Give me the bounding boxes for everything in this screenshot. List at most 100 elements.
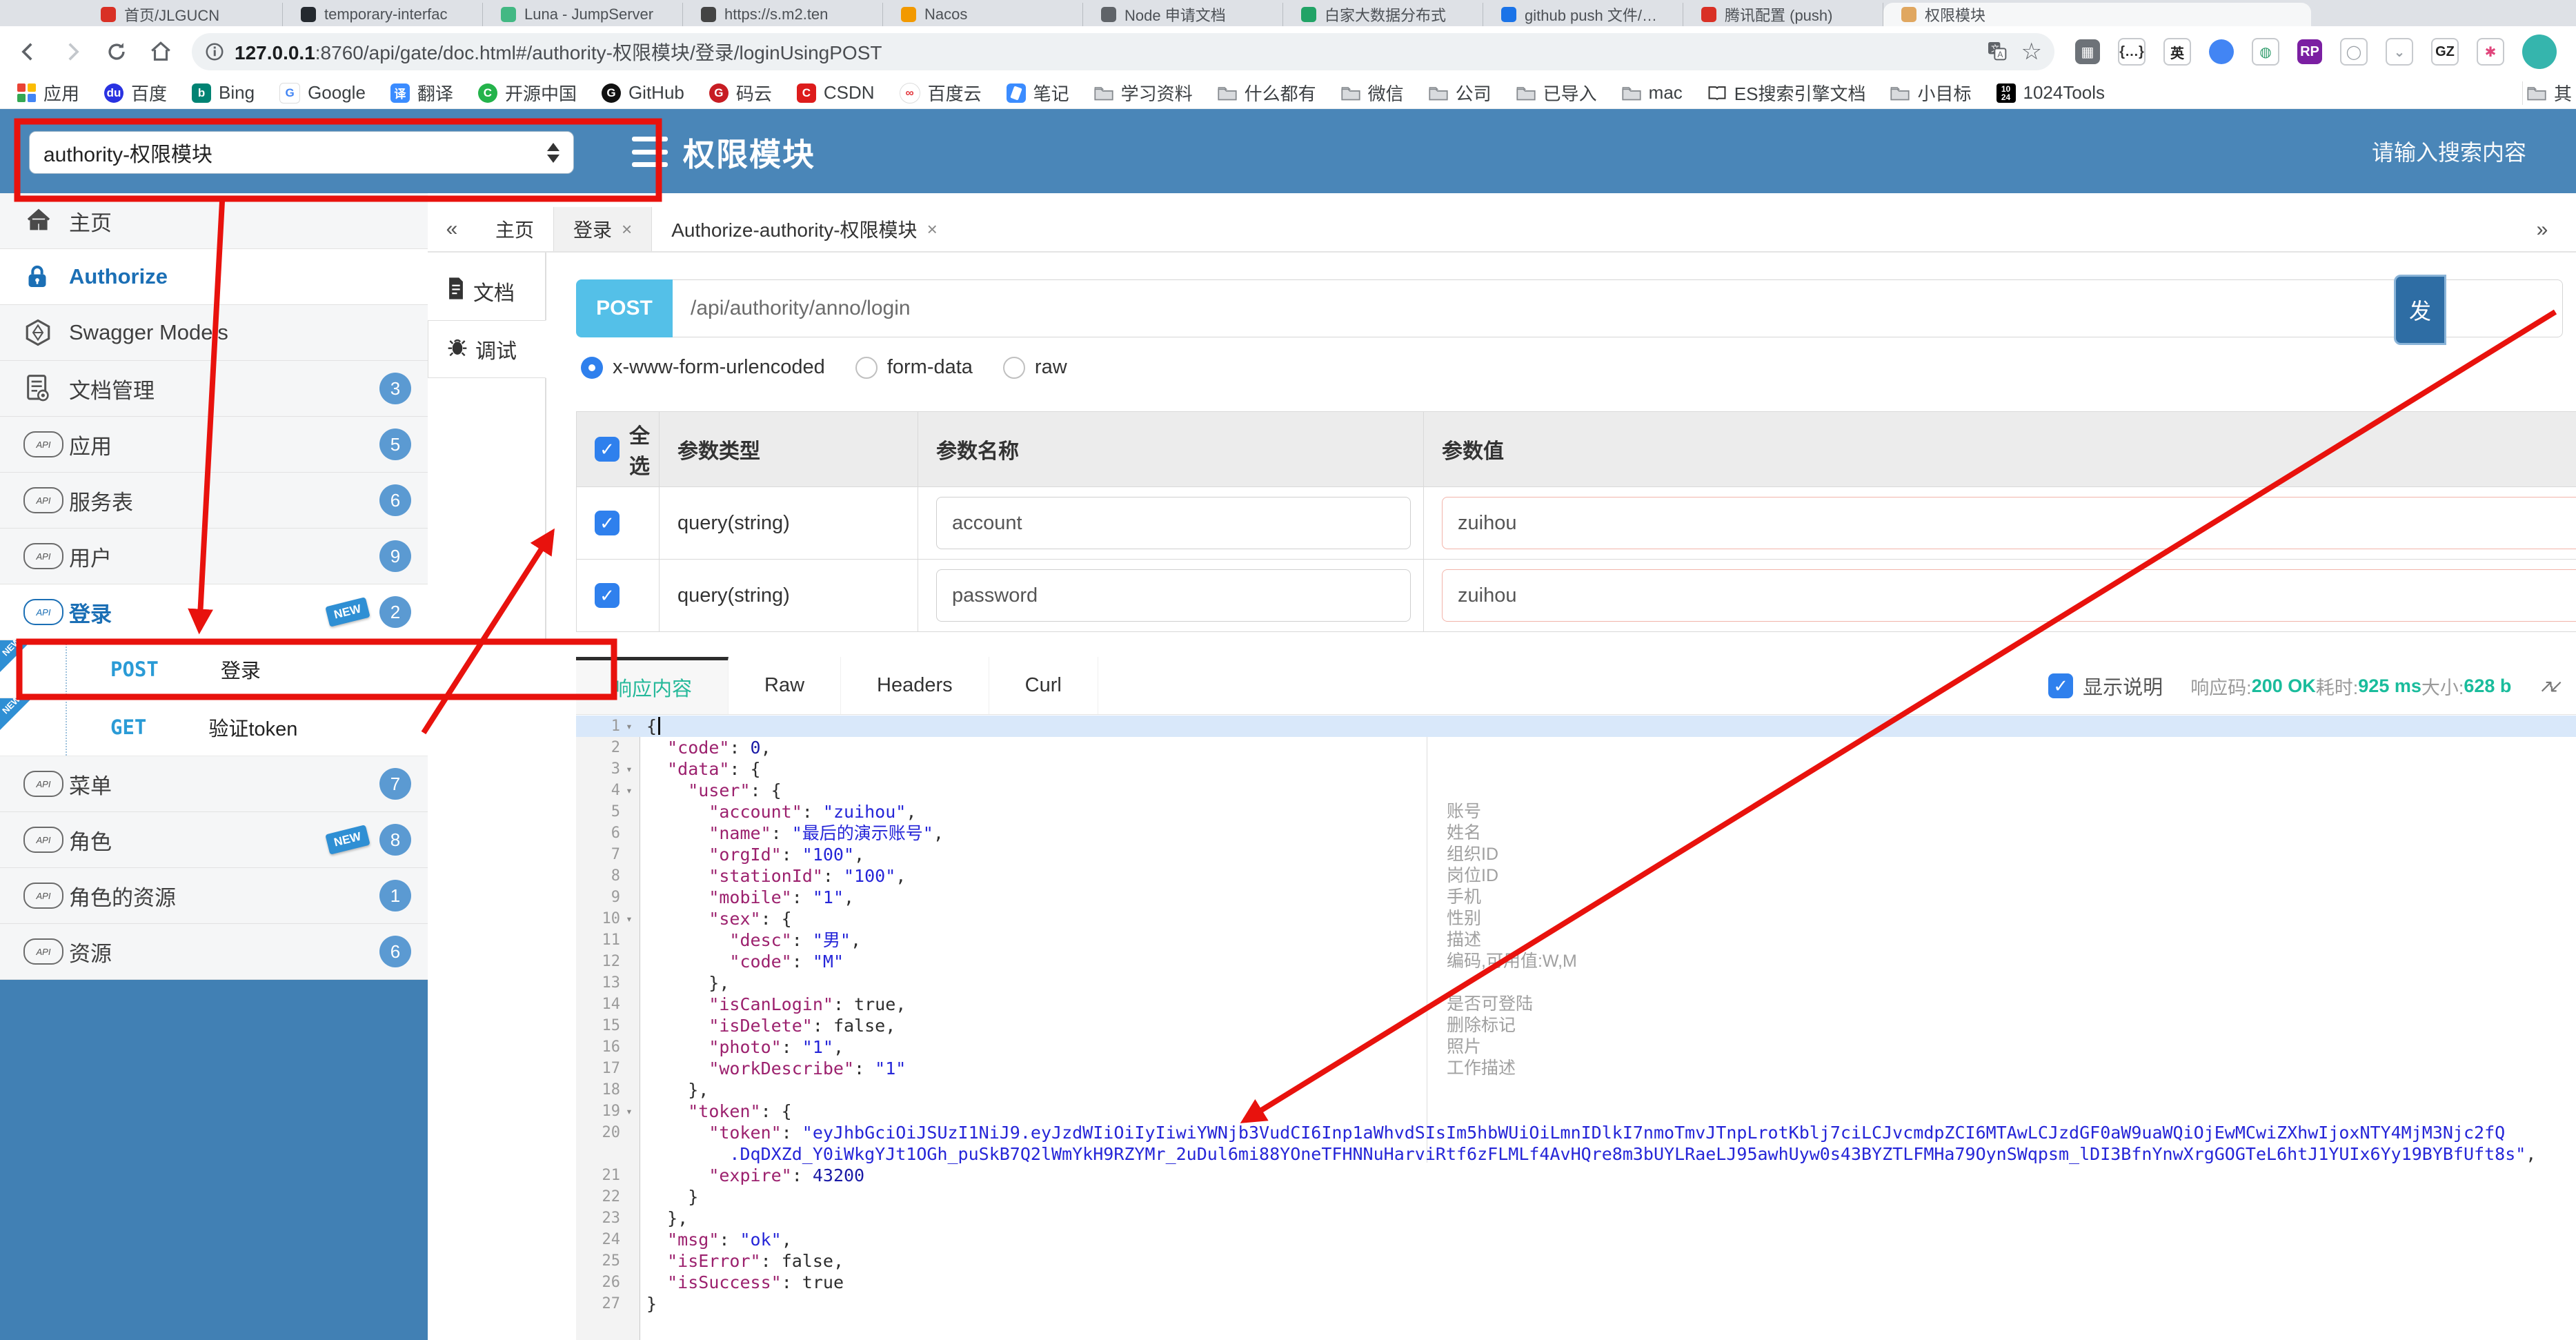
show-description-toggle[interactable]: ✓ 显示说明 xyxy=(2048,671,2163,700)
page-info-icon[interactable] xyxy=(204,41,225,62)
response-tab[interactable]: Headers xyxy=(841,657,989,714)
response-tab[interactable]: Curl xyxy=(989,657,1098,714)
bookmark-item[interactable]: du 百度 xyxy=(104,80,167,106)
sidebar-endpoint-get[interactable]: NEW GET 验证token xyxy=(0,693,428,756)
sidebar-item-用户[interactable]: API 用户 9 xyxy=(0,529,428,584)
browser-tab[interactable]: Nacos xyxy=(883,3,1083,26)
home-icon[interactable] xyxy=(145,36,177,68)
browser-tab[interactable]: Node 申请文档 xyxy=(1083,3,1283,26)
radio-dot[interactable] xyxy=(1002,356,1025,379)
browser-tab[interactable]: github push 文件/批量 xyxy=(1483,3,1683,26)
fold-arrow-icon[interactable]: ▾ xyxy=(620,758,638,780)
view-tab-doc[interactable]: 文档 xyxy=(428,262,545,320)
body-type-radio[interactable]: raw xyxy=(1002,356,1067,379)
body-type-radio[interactable]: x-www-form-urlencoded xyxy=(581,356,825,379)
doc-tab[interactable]: 登录 × xyxy=(553,207,653,251)
bookmark-item[interactable]: 其 xyxy=(2527,80,2572,106)
show-description-checkbox[interactable]: ✓ xyxy=(2048,673,2074,698)
sidebar-item-Authorize[interactable]: Authorize xyxy=(0,249,428,305)
fold-arrow-icon[interactable]: ▾ xyxy=(620,1101,638,1122)
sidebar-item-文档管理[interactable]: 文档管理 3 xyxy=(0,361,428,417)
extension-icon[interactable]: RP xyxy=(2297,39,2322,64)
view-tab-debug[interactable]: 调试 xyxy=(428,320,546,378)
browser-tab[interactable]: 腾讯配置 (push) xyxy=(1683,3,1883,26)
bookmark-item[interactable]: ES搜索引擎文档 xyxy=(1707,80,1865,106)
bookmark-item[interactable]: b Bing xyxy=(192,82,255,104)
browser-tab[interactable]: 首页/JLGUCN xyxy=(83,3,283,26)
param-value-input[interactable]: zuihou xyxy=(1442,569,2576,622)
bookmark-item[interactable]: G GitHub xyxy=(601,82,684,104)
bookmark-item[interactable]: C CSDN xyxy=(796,82,875,104)
bookmark-item[interactable]: G Google xyxy=(279,82,366,104)
bookmark-item[interactable]: 学习资料 xyxy=(1093,80,1193,106)
sidebar-item-Swagger Models[interactable]: Swagger Models xyxy=(0,305,428,361)
close-tab-icon[interactable]: × xyxy=(622,219,632,240)
avatar[interactable] xyxy=(2522,35,2557,69)
bookmark-item[interactable]: 什么都有 xyxy=(1217,80,1316,106)
back-icon[interactable] xyxy=(12,36,44,68)
reload-icon[interactable] xyxy=(101,36,132,68)
browser-tab[interactable]: temporary-interfac xyxy=(283,3,483,26)
radio-dot[interactable] xyxy=(855,356,878,379)
bookmark-item[interactable]: 小目标 xyxy=(1890,80,1972,106)
bookmark-item[interactable]: 笔记 xyxy=(1006,80,1069,106)
sidebar-item-角色的资源[interactable]: API 角色的资源 1 xyxy=(0,868,428,924)
extension-icon[interactable]: ▦ xyxy=(2075,39,2100,64)
row-checkbox[interactable]: ✓ xyxy=(595,583,620,608)
response-tab[interactable]: 响应内容 xyxy=(576,657,729,714)
bookmark-item[interactable]: mac xyxy=(1622,82,1683,104)
bookmark-item[interactable]: 已导入 xyxy=(1516,80,1597,106)
row-checkbox[interactable]: ✓ xyxy=(595,511,620,535)
sidebar-item-资源[interactable]: API 资源 6 xyxy=(0,924,428,980)
bookmark-item[interactable]: G 码云 xyxy=(709,80,772,106)
extension-icon[interactable]: ✱ xyxy=(2477,38,2504,66)
fold-arrow-icon[interactable]: ▾ xyxy=(620,716,638,737)
menu-hamburger-icon[interactable] xyxy=(632,137,668,167)
translate-icon[interactable]: 文A xyxy=(1985,39,2008,65)
module-select[interactable]: authority-权限模块 xyxy=(29,131,574,174)
fullscreen-icon[interactable]: ↗↙ xyxy=(2539,676,2563,697)
sidebar-item-菜单[interactable]: API 菜单 7 xyxy=(0,756,428,812)
fold-arrow-icon[interactable]: ▾ xyxy=(620,908,638,929)
header-search-input[interactable]: 请输入搜索内容 xyxy=(2372,135,2526,167)
sidebar-endpoint-post[interactable]: NEW POST 登录 xyxy=(0,635,428,698)
param-name-input[interactable]: password xyxy=(936,569,1411,622)
browser-tab[interactable]: 白家大数据分布式 xyxy=(1283,3,1483,26)
response-tab[interactable]: Raw xyxy=(729,657,842,714)
sidebar-item-主页[interactable]: 主页 xyxy=(0,193,428,249)
response-body-viewer[interactable]: 1 ▾{2 "code": 0, 3 ▾ "data": {4 ▾ "user": {5… xyxy=(576,716,2576,1340)
bookmark-item[interactable]: ∞ 百度云 xyxy=(899,80,982,106)
doc-tab[interactable]: Authorize-authority-权限模块 × xyxy=(652,207,957,251)
extension-icon[interactable]: ◯ xyxy=(2340,38,2368,66)
sidebar-item-应用[interactable]: API 应用 5 xyxy=(0,417,428,473)
extension-icon[interactable]: 英 xyxy=(2163,38,2191,66)
collapse-tabs-icon[interactable]: « xyxy=(428,207,476,251)
sidebar-item-登录[interactable]: API 登录 NEW 2 xyxy=(0,584,428,640)
address-bar[interactable]: 127.0.0.1:8760/api/gate/doc.html#/author… xyxy=(192,33,2054,70)
browser-tab[interactable]: https://s.m2.ten xyxy=(683,3,883,26)
bookmark-star-icon[interactable]: ☆ xyxy=(2021,38,2042,66)
close-tab-icon[interactable]: × xyxy=(927,219,938,240)
param-value-input[interactable]: zuihou xyxy=(1442,497,2576,549)
bookmark-item[interactable]: 译翻译 xyxy=(390,80,453,106)
sidebar-item-角色[interactable]: API 角色 NEW 8 xyxy=(0,812,428,868)
param-name-input[interactable]: account xyxy=(936,497,1411,549)
doc-tab[interactable]: 主页 xyxy=(476,207,553,251)
radio-dot[interactable] xyxy=(581,356,603,379)
fold-arrow-icon[interactable]: ▾ xyxy=(620,780,638,801)
extension-icon[interactable]: GZ xyxy=(2431,38,2459,66)
browser-tab[interactable]: 权限模块 xyxy=(1883,3,2311,26)
expand-tabs-icon[interactable]: » xyxy=(2518,218,2566,242)
extension-icon[interactable]: ◍ xyxy=(2252,38,2279,66)
extension-icon[interactable] xyxy=(2209,39,2234,64)
send-button[interactable]: 发 xyxy=(2394,275,2446,345)
browser-tab[interactable]: Luna - JumpServer xyxy=(483,3,683,26)
extension-icon[interactable]: ⌄ xyxy=(2386,38,2413,66)
bookmark-item[interactable]: 10 24 1024Tools xyxy=(1996,82,2105,104)
bookmark-item[interactable]: 微信 xyxy=(1341,80,1404,106)
body-type-radio[interactable]: form-data xyxy=(855,356,973,379)
bookmark-item[interactable]: 公司 xyxy=(1429,80,1492,106)
sidebar-item-服务表[interactable]: API 服务表 6 xyxy=(0,473,428,529)
forward-icon[interactable] xyxy=(57,36,88,68)
bookmark-item[interactable]: 应用 xyxy=(17,80,79,106)
